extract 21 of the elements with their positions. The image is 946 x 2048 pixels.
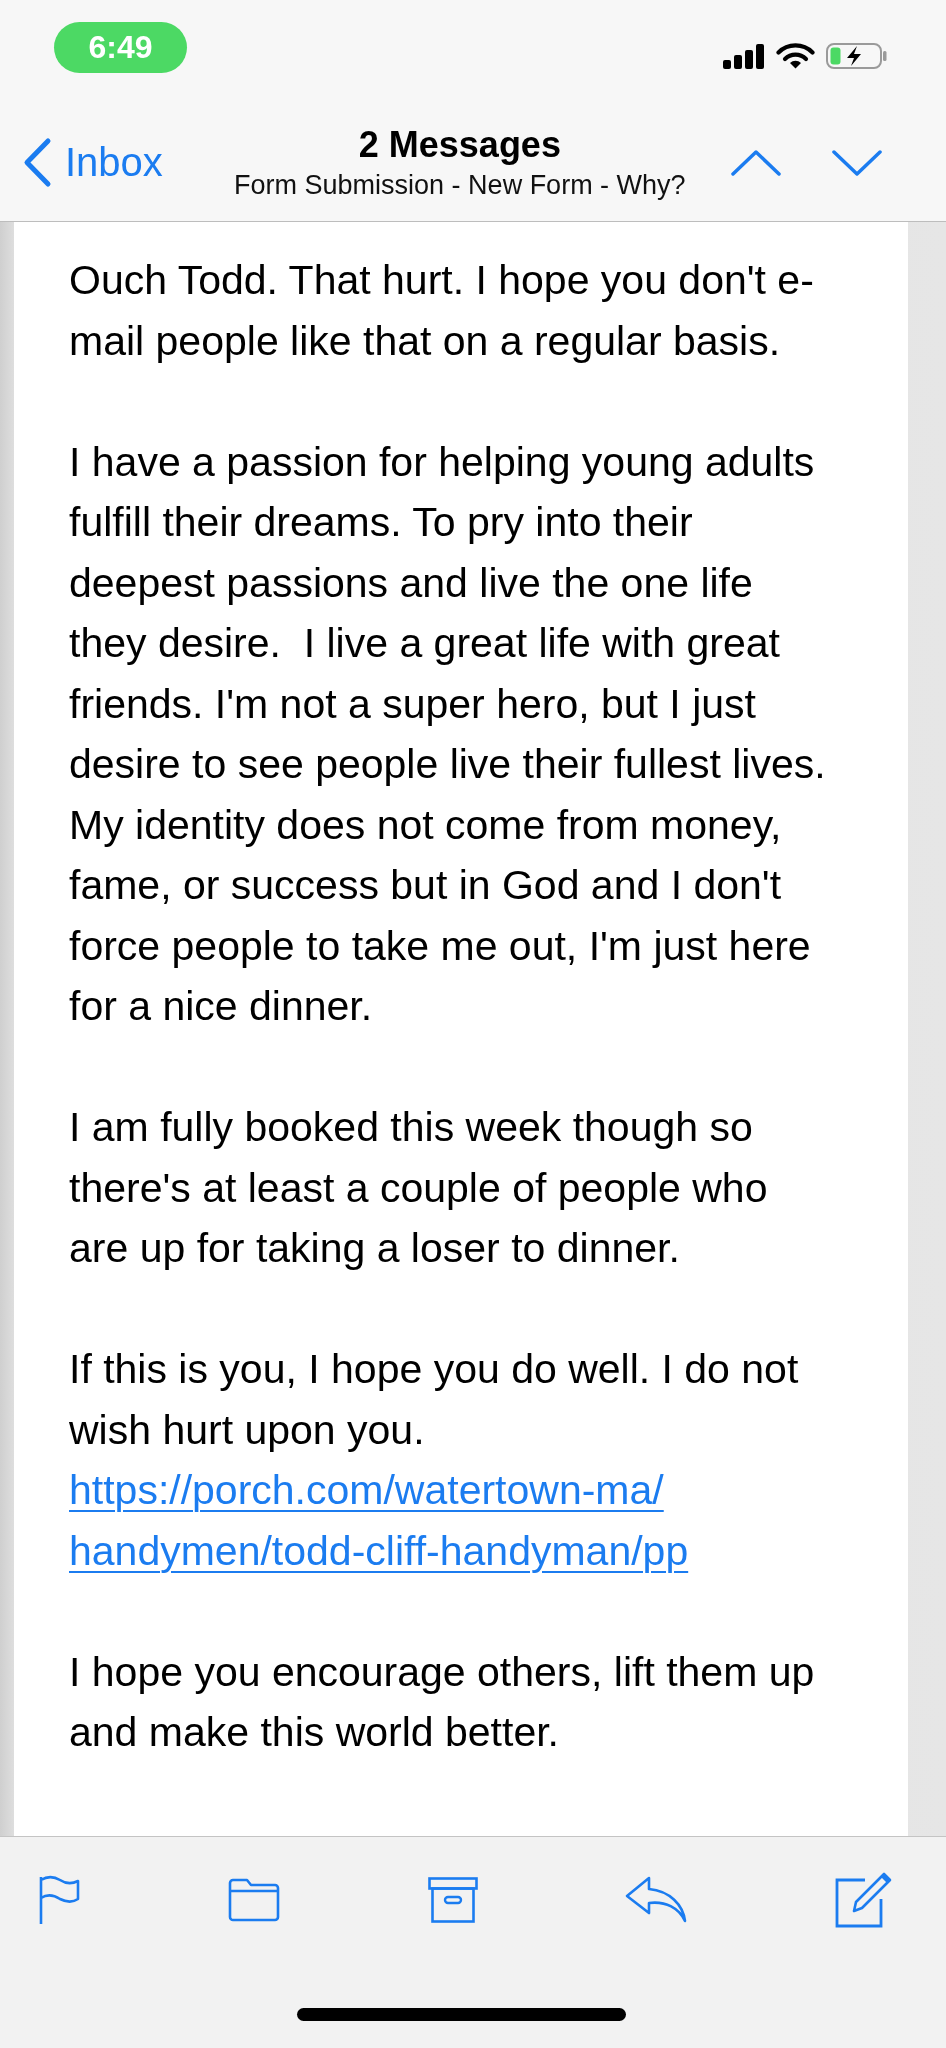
message-paragraph: Ouch Todd. That hurt. I hope you don't e- mail people like that on a regular basis. <box>69 256 814 366</box>
signal-icon <box>723 43 765 69</box>
chevron-up-icon[interactable] <box>731 149 781 176</box>
reply-icon[interactable] <box>625 1876 688 1923</box>
chevron-down-icon[interactable] <box>832 149 882 176</box>
web-link[interactable]: https://porch.com/watertown-ma/ handymen/todd-cliff-handyman/pp <box>69 1460 689 1581</box>
message-paragraph: I hope you encourage others, lift them up and make this world better. <box>69 1647 815 1757</box>
chevron-left-icon <box>22 137 52 188</box>
battery-charging-icon <box>826 43 887 69</box>
message-paragraph: If this is you, I hope you do well. I do not wish hurt upon you. <box>69 1345 799 1455</box>
message-paragraph: I am fully booked this week though so there's at least a couple of people who are up for taking a loser to dinner. <box>69 1103 768 1273</box>
flag-icon[interactable] <box>38 1874 80 1925</box>
message-paragraph: I have a passion for helping young adults fulfill their dreams. To pry into their deepest passions and live the one life they desire. I live a great life with great friends. I'm not a super hero, but I just desire to see people live their fullest lives. My identity does not come from money, fame, or success but in God and I don't force people to take me out, I'm just here for a nice dinner. <box>69 437 826 1031</box>
clock-time: 6:49 <box>54 22 187 73</box>
wifi-icon <box>776 43 815 69</box>
archive-box-icon[interactable] <box>427 1876 478 1923</box>
thread-title: 2 Messages <box>358 122 561 167</box>
folder-icon[interactable] <box>227 1877 280 1922</box>
back-button[interactable]: Inbox <box>22 137 163 188</box>
thread-subject: Form Submission - New Form - Why? <box>234 168 686 202</box>
compose-icon[interactable] <box>835 1871 893 1928</box>
